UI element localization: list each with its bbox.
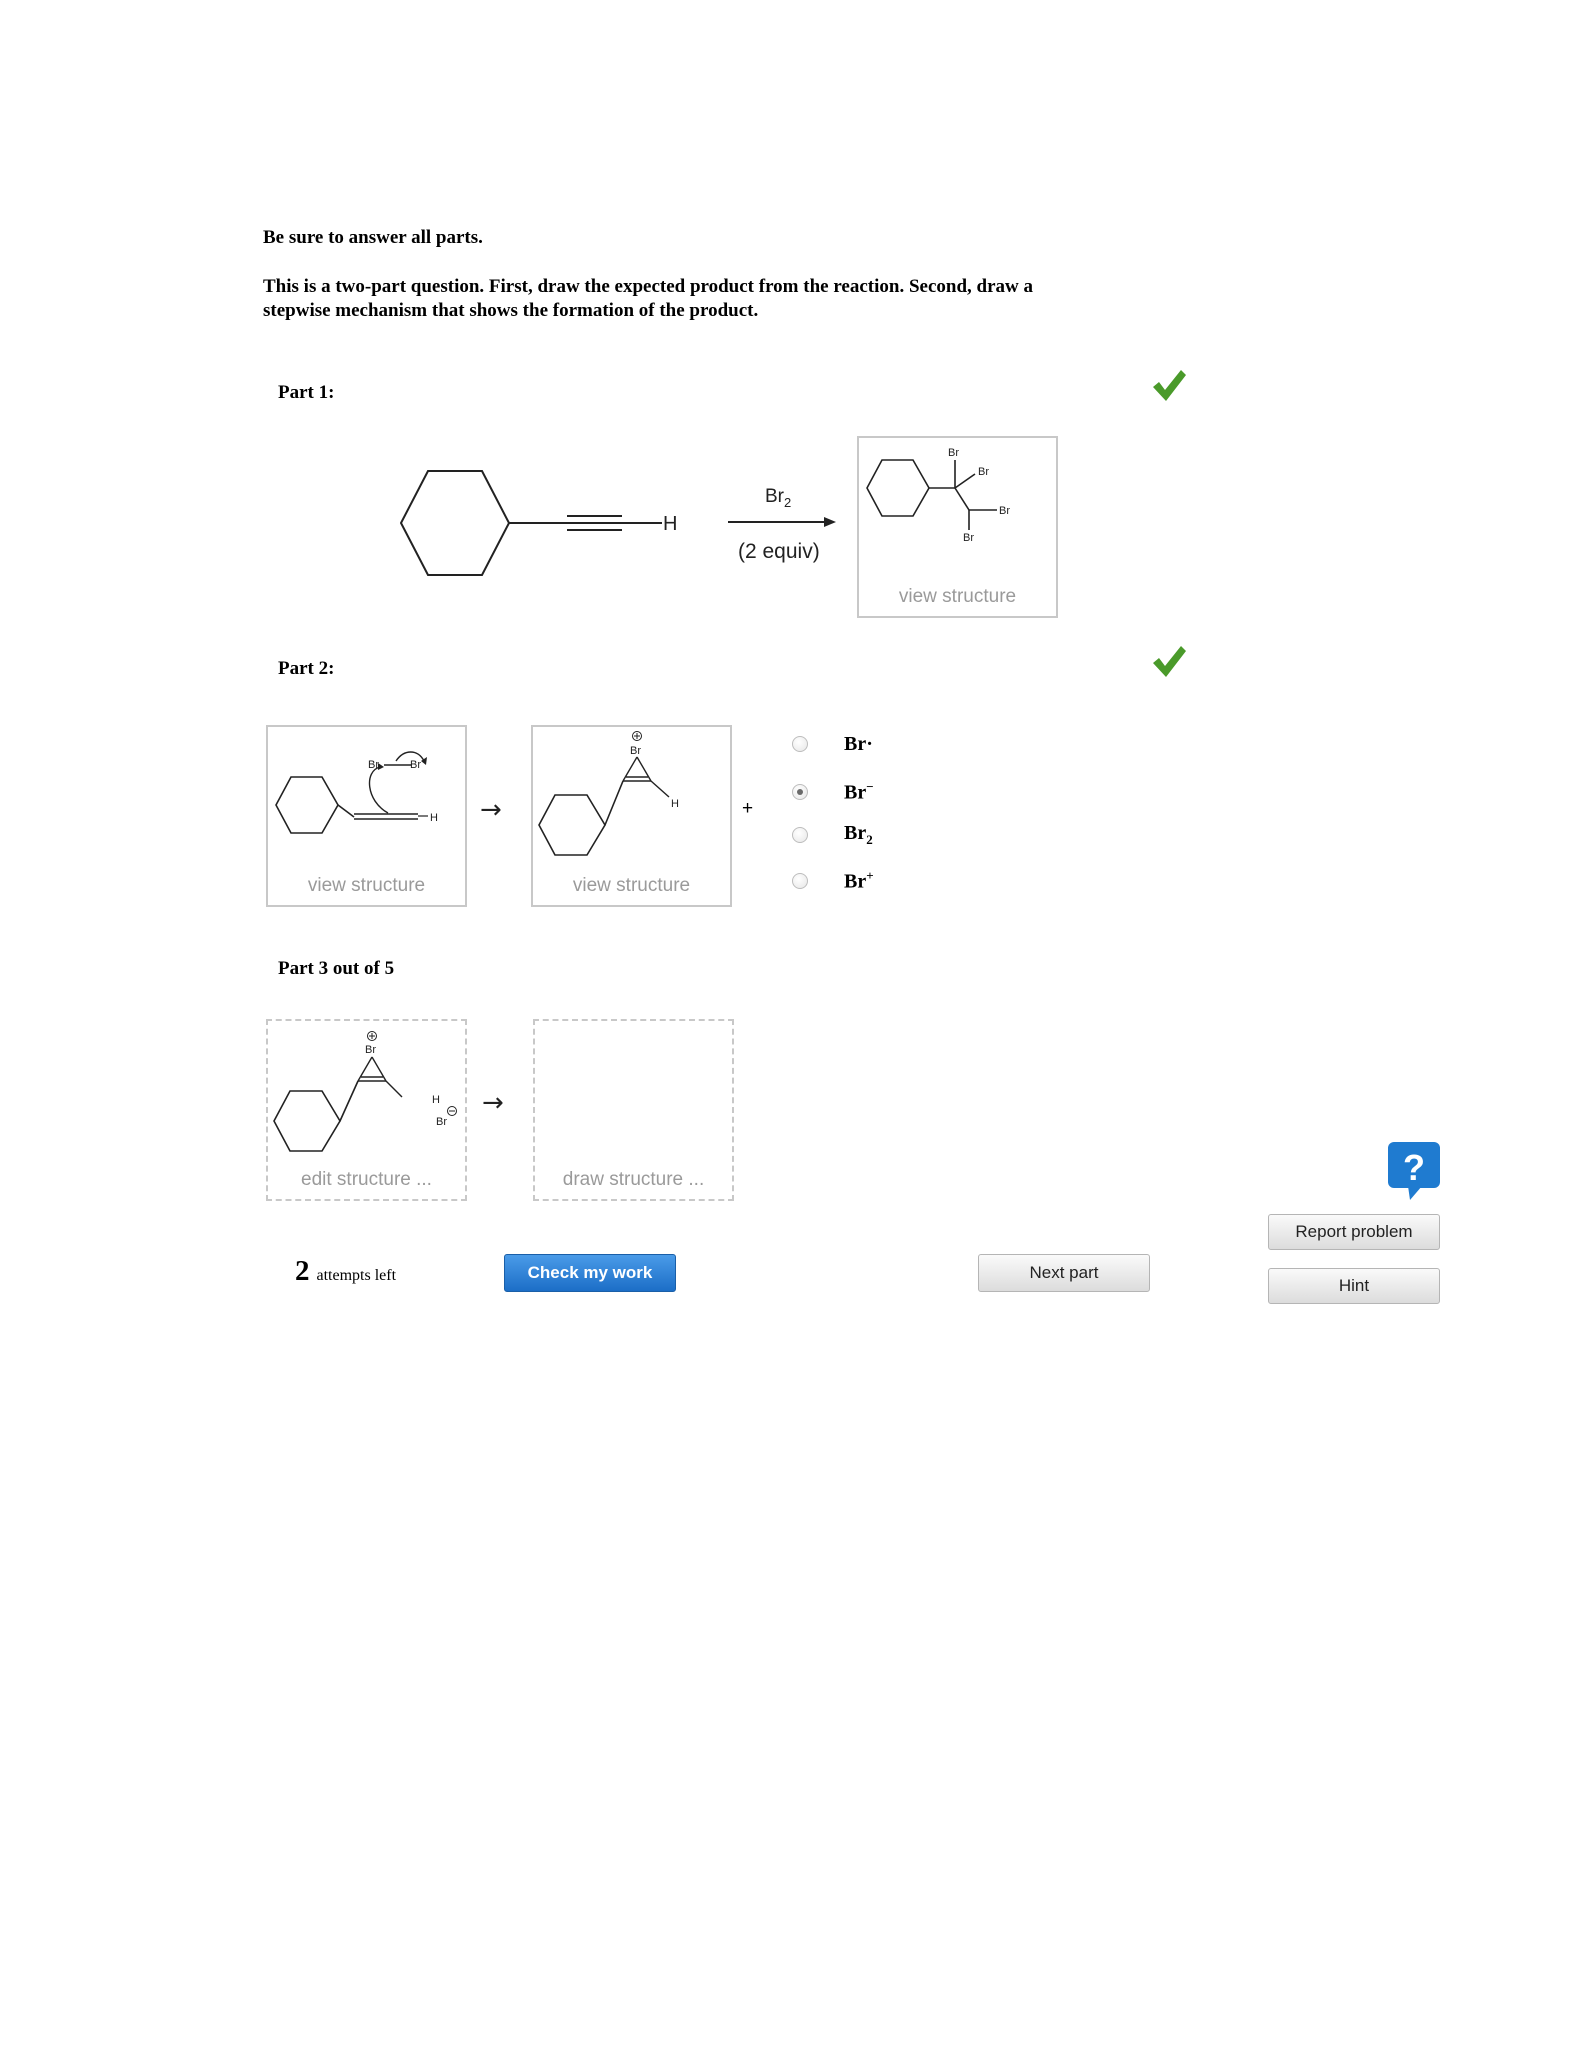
mol2-br: Br [630, 745, 641, 757]
mol3-br-anion: Br [436, 1116, 447, 1128]
part1-product-box[interactable]: Br Br Br Br view structure [857, 436, 1058, 618]
part1-product-caption: view structure [898, 586, 1017, 607]
next-part-button[interactable]: Next part [978, 1254, 1150, 1292]
mol3-br-cation: Br [365, 1044, 376, 1056]
part1-product-molecule: Br Br Br Br [866, 447, 1010, 544]
reagent-subscript: 2 [784, 494, 792, 510]
part2-check-icon [1153, 646, 1186, 677]
mol1-br-2: Br [410, 759, 421, 771]
product-br-2: Br [978, 466, 989, 478]
help-icon-glyph: ? [1403, 1147, 1425, 1188]
br-cation-text: Br [844, 870, 867, 893]
reagent-text: Br [765, 486, 784, 507]
part3-box2-caption: draw structure ... [562, 1169, 705, 1190]
br-cation-sup: + [866, 868, 874, 884]
part1-check-icon [1153, 370, 1186, 401]
br2-sub: 2 [866, 832, 873, 847]
br-anion-sup: − [866, 779, 874, 795]
part2-structure-box-2[interactable]: Br H view structure [531, 725, 732, 907]
part1-label: Part 1: [278, 382, 335, 403]
part3-edit-structure-box[interactable]: Br H Br edit structure ... [266, 1019, 467, 1201]
reaction-conditions: (2 equiv) [738, 540, 820, 563]
part2-box1-caption: view structure [307, 875, 426, 896]
radio-br2[interactable] [792, 827, 808, 843]
option-br2[interactable]: Br2 [792, 820, 873, 850]
option-br-anion[interactable]: Br− [792, 777, 874, 807]
mol1-h: H [430, 812, 438, 824]
question-text-line1: This is a two-part question. First, draw… [263, 276, 1033, 297]
part3-arrow: → [482, 1088, 504, 1118]
product-br-3: Br [999, 505, 1010, 517]
br-anion-text: Br [844, 781, 867, 804]
reaction-arrow [728, 517, 836, 527]
mol2-h: H [671, 798, 679, 810]
reagent-label: Br2 [765, 486, 791, 510]
radio-br-anion[interactable] [792, 784, 808, 800]
product-br-1: Br [948, 447, 959, 459]
option-br-radical[interactable]: Br· [792, 729, 873, 759]
part1-reactant-molecule: H [400, 470, 677, 576]
option-label-br-cation: Br+ [844, 868, 874, 894]
question-text-line2: stepwise mechanism that shows the format… [263, 300, 759, 321]
report-problem-button[interactable]: Report problem [1268, 1214, 1440, 1250]
option-label-br2: Br2 [844, 822, 873, 848]
part3-molecule: Br H Br [273, 1031, 457, 1152]
part2-label: Part 2: [278, 658, 335, 679]
part2-structure-box-1[interactable]: Br Br H view structure [266, 725, 467, 907]
option-br-cation[interactable]: Br+ [792, 866, 874, 896]
radio-br-radical[interactable] [792, 736, 808, 752]
product-br-4: Br [963, 532, 974, 544]
option-label-br-anion: Br− [844, 779, 874, 805]
part3-draw-structure-box[interactable]: draw structure ... [533, 1019, 734, 1201]
reactant-h-atom: H [663, 513, 677, 535]
attempts-left: 2 attempts left [295, 1255, 396, 1288]
part2-molecule-1: Br Br H [275, 751, 438, 834]
plus-sign: + [742, 798, 754, 819]
help-icon[interactable]: ? [1386, 1140, 1442, 1202]
radio-br-cation[interactable] [792, 873, 808, 889]
part2-arrow: → [480, 795, 502, 825]
attempts-text: attempts left [316, 1267, 397, 1284]
mol1-br-1: Br [368, 759, 379, 771]
instruction-text: Be sure to answer all parts. [263, 227, 483, 248]
mol3-h: H [432, 1094, 440, 1106]
hint-button[interactable]: Hint [1268, 1268, 1440, 1304]
part2-molecule-2: Br H [538, 731, 679, 856]
part3-box1-caption: edit structure ... [301, 1169, 432, 1190]
attempts-count: 2 [295, 1255, 310, 1287]
check-my-work-button[interactable]: Check my work [504, 1254, 676, 1292]
br2-text: Br [844, 822, 867, 844]
part2-box2-caption: view structure [572, 875, 691, 896]
option-label-br-radical: Br· [844, 732, 873, 755]
part3-label: Part 3 out of 5 [278, 958, 395, 979]
